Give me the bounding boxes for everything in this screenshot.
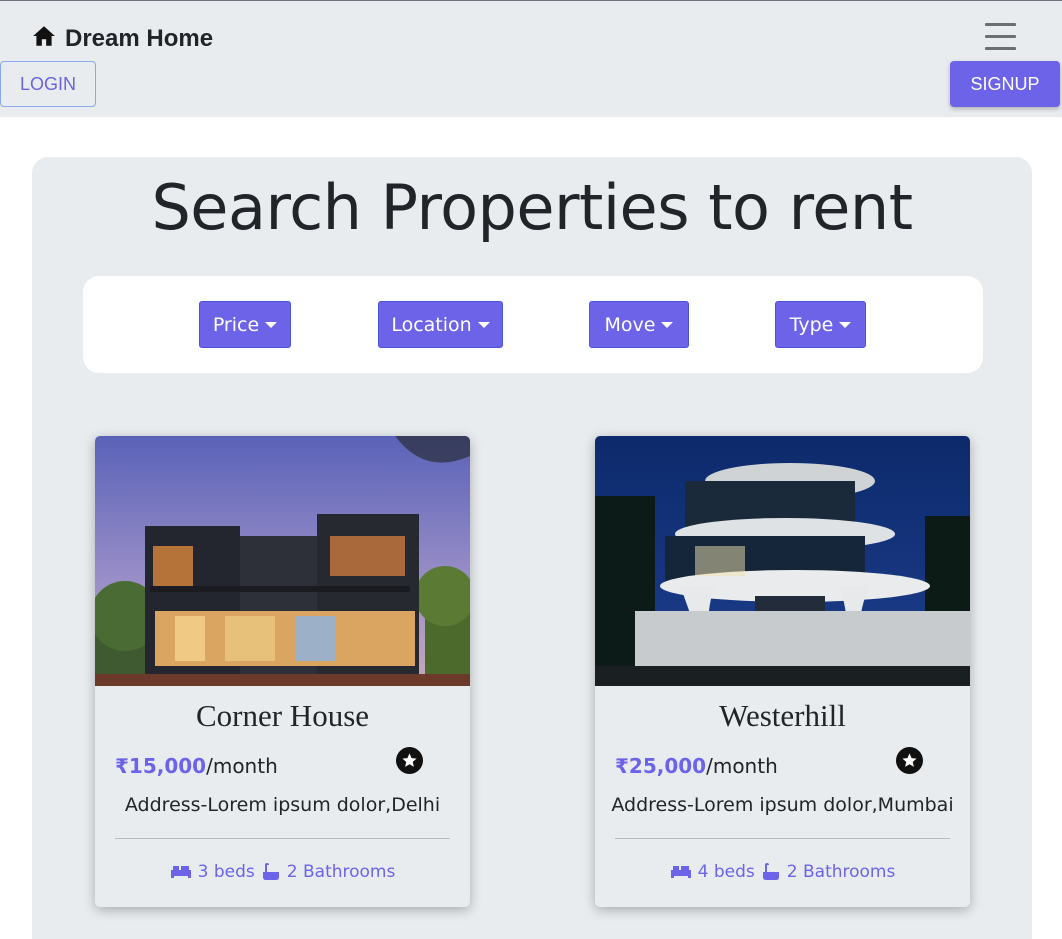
page-title: Search Properties to rent: [151, 171, 913, 244]
baths-count: 2 Bathrooms: [286, 862, 396, 882]
baths-count: 2 Bathrooms: [786, 862, 896, 882]
property-name: Westerhill: [719, 698, 846, 733]
beds-count: 4 beds: [697, 862, 755, 882]
location-filter-button[interactable]: Location: [378, 301, 503, 348]
type-filter-label: Type: [789, 313, 834, 336]
login-button[interactable]: LOGIN: [0, 61, 96, 107]
bath-icon: [761, 862, 781, 882]
chevron-down-icon: [839, 321, 852, 328]
property-address: Address-Lorem ipsum dolor,Delhi: [124, 794, 441, 816]
property-price: ₹15,000/month: [115, 754, 278, 778]
bed-icon: [170, 864, 192, 880]
price-filter-label: Price: [212, 313, 260, 336]
chevron-down-icon: [265, 321, 278, 328]
hamburger-icon: [985, 23, 1016, 26]
type-filter-button[interactable]: Type: [775, 301, 866, 348]
property-address: Address-Lorem ipsum dolor,Mumbai: [611, 794, 954, 816]
card-divider: [115, 838, 450, 839]
brand[interactable]: Dream Home: [31, 23, 213, 54]
price-period: /month: [706, 754, 778, 778]
price-filter-button[interactable]: Price: [199, 301, 291, 348]
move-filter-label: Move: [604, 313, 656, 336]
property-photo: [95, 436, 470, 686]
home-icon: [31, 23, 57, 54]
search-panel: Search Properties to rent Price Location…: [32, 157, 1032, 939]
price-period: /month: [206, 754, 278, 778]
star-icon[interactable]: [396, 747, 423, 774]
property-amenities: 4 beds 2 Bathrooms: [595, 862, 970, 882]
property-photo: [595, 436, 970, 686]
property-amenities: 3 beds 2 Bathrooms: [95, 862, 470, 882]
card-divider: [615, 838, 950, 839]
move-filter-button[interactable]: Move: [589, 301, 689, 348]
price-amount: ₹25,000: [615, 754, 707, 778]
navbar: Dream Home LOGIN SIGNUP: [0, 1, 1062, 117]
filter-bar: Price Location Move Type: [83, 276, 983, 373]
chevron-down-icon: [661, 321, 674, 328]
hamburger-menu-button[interactable]: [985, 23, 1019, 51]
property-card[interactable]: Corner House ₹15,000/month Address-Lorem…: [95, 436, 470, 907]
beds-count: 3 beds: [197, 862, 255, 882]
bed-icon: [670, 864, 692, 880]
brand-name: Dream Home: [65, 24, 214, 52]
price-amount: ₹15,000: [115, 754, 207, 778]
property-price: ₹25,000/month: [615, 754, 778, 778]
bath-icon: [261, 862, 281, 882]
property-card[interactable]: Westerhill ₹25,000/month Address-Lorem i…: [595, 436, 970, 907]
location-filter-label: Location: [391, 313, 472, 336]
chevron-down-icon: [477, 321, 490, 328]
signup-button[interactable]: SIGNUP: [950, 61, 1060, 107]
property-name: Corner House: [195, 698, 370, 733]
star-icon[interactable]: [896, 747, 923, 774]
